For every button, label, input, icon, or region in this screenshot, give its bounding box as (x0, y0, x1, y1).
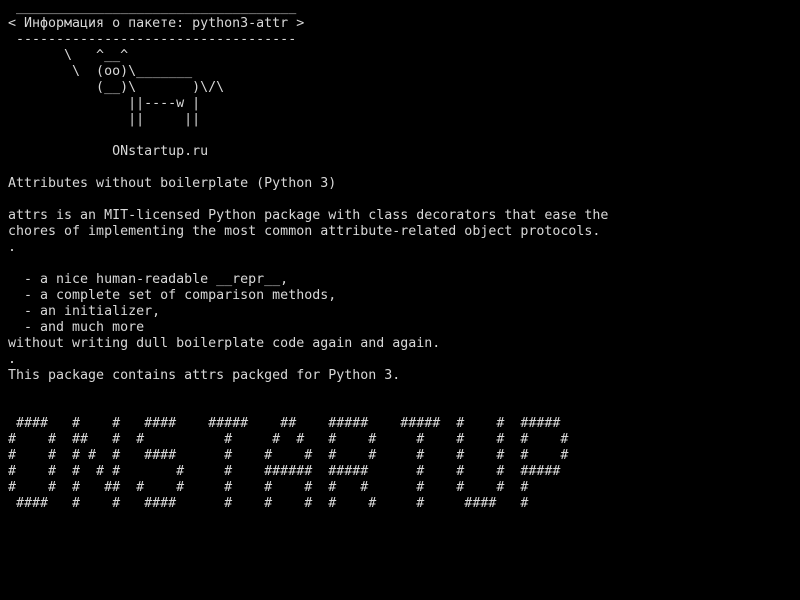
cow-ascii-line: ||----w | (8, 96, 201, 111)
cow-ascii-line: (__)\ )\/\ (8, 80, 225, 95)
description-line: This package contains attrs packged for … (8, 368, 401, 383)
cowsay-bubble-top: ___________________________________ (8, 0, 297, 15)
banner-ascii-line: #### # # #### ##### ## ##### ##### # # #… (8, 416, 561, 431)
banner-ascii-line: # # # # # # # ###### ##### # # # ##### (8, 464, 561, 479)
banner-ascii-line: # # # ## # # # # # # # # # # # (8, 480, 529, 495)
banner-ascii-line: #### # # #### # # # # # # #### # (8, 496, 529, 511)
site-credit: ONstartup.ru (8, 144, 209, 159)
cow-ascii-line: \ (oo)\_______ (8, 64, 193, 79)
cow-ascii-line: \ ^__^ (8, 48, 129, 63)
description-line: attrs is an MIT-licensed Python package … (8, 208, 609, 223)
cowsay-bubble-bottom: ----------------------------------- (8, 32, 297, 47)
feature-list-item: - a nice human-readable __repr__, (8, 272, 289, 287)
terminal-screen[interactable]: ___________________________________ < Ин… (0, 0, 800, 600)
description-separator: . (8, 240, 17, 255)
description-line: without writing dull boilerplate code ag… (8, 336, 441, 351)
description-separator: . (8, 352, 17, 367)
feature-list-item: - and much more (8, 320, 145, 335)
banner-ascii-line: # # # # # #### # # # # # # # # # # (8, 448, 569, 463)
description-line: chores of implementing the most common a… (8, 224, 601, 239)
cow-ascii-line: || || (8, 112, 201, 127)
feature-list-item: - a complete set of comparison methods, (8, 288, 337, 303)
feature-list-item: - an initializer, (8, 304, 161, 319)
cowsay-bubble-text: < Информация о пакете: python3-attr > (8, 16, 305, 31)
package-summary: Attributes without boilerplate (Python 3… (8, 176, 337, 191)
banner-ascii-line: # # ## # # # # # # # # # # # # (8, 432, 569, 447)
